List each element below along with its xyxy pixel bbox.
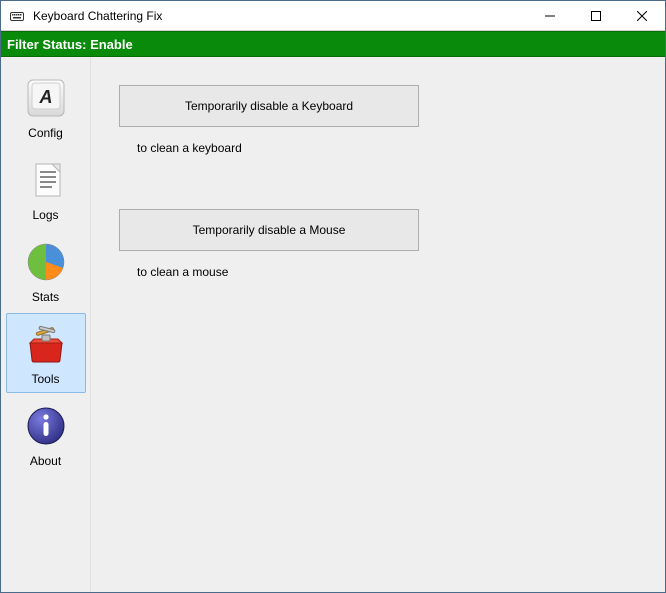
titlebar: Keyboard Chattering Fix: [1, 1, 665, 31]
filter-status-text: Filter Status: Enable: [7, 37, 133, 52]
main-panel: Temporarily disable a Keyboard to clean …: [91, 57, 665, 592]
button-label: Temporarily disable a Keyboard: [185, 99, 353, 113]
sidebar-item-logs[interactable]: Logs: [6, 149, 86, 229]
filter-status-bar: Filter Status: Enable: [1, 31, 665, 57]
info-icon: [22, 402, 70, 450]
sidebar-item-config[interactable]: A Config: [6, 67, 86, 147]
toolbox-icon: [22, 320, 70, 368]
sidebar: A Config Logs: [1, 57, 91, 592]
window-title: Keyboard Chattering Fix: [33, 9, 527, 23]
sidebar-item-tools[interactable]: Tools: [6, 313, 86, 393]
app-window: Keyboard Chattering Fix Filter Status: E…: [0, 0, 666, 593]
app-icon: [9, 8, 25, 24]
sidebar-item-stats[interactable]: Stats: [6, 231, 86, 311]
sidebar-item-label: Stats: [9, 290, 83, 304]
disable-mouse-button[interactable]: Temporarily disable a Mouse: [119, 209, 419, 251]
sidebar-item-label: Config: [9, 126, 83, 140]
pie-chart-icon: [22, 238, 70, 286]
document-icon: [22, 156, 70, 204]
minimize-button[interactable]: [527, 1, 573, 30]
button-label: Temporarily disable a Mouse: [193, 223, 346, 237]
key-a-icon: A: [22, 74, 70, 122]
sidebar-item-label: Tools: [9, 372, 83, 386]
disable-keyboard-desc: to clean a keyboard: [137, 141, 637, 155]
sidebar-item-label: About: [9, 454, 83, 468]
body: A Config Logs: [1, 57, 665, 592]
disable-mouse-desc: to clean a mouse: [137, 265, 637, 279]
sidebar-item-about[interactable]: About: [6, 395, 86, 475]
window-controls: [527, 1, 665, 30]
svg-text:A: A: [38, 87, 52, 107]
close-button[interactable]: [619, 1, 665, 30]
maximize-button[interactable]: [573, 1, 619, 30]
sidebar-item-label: Logs: [9, 208, 83, 222]
disable-keyboard-button[interactable]: Temporarily disable a Keyboard: [119, 85, 419, 127]
